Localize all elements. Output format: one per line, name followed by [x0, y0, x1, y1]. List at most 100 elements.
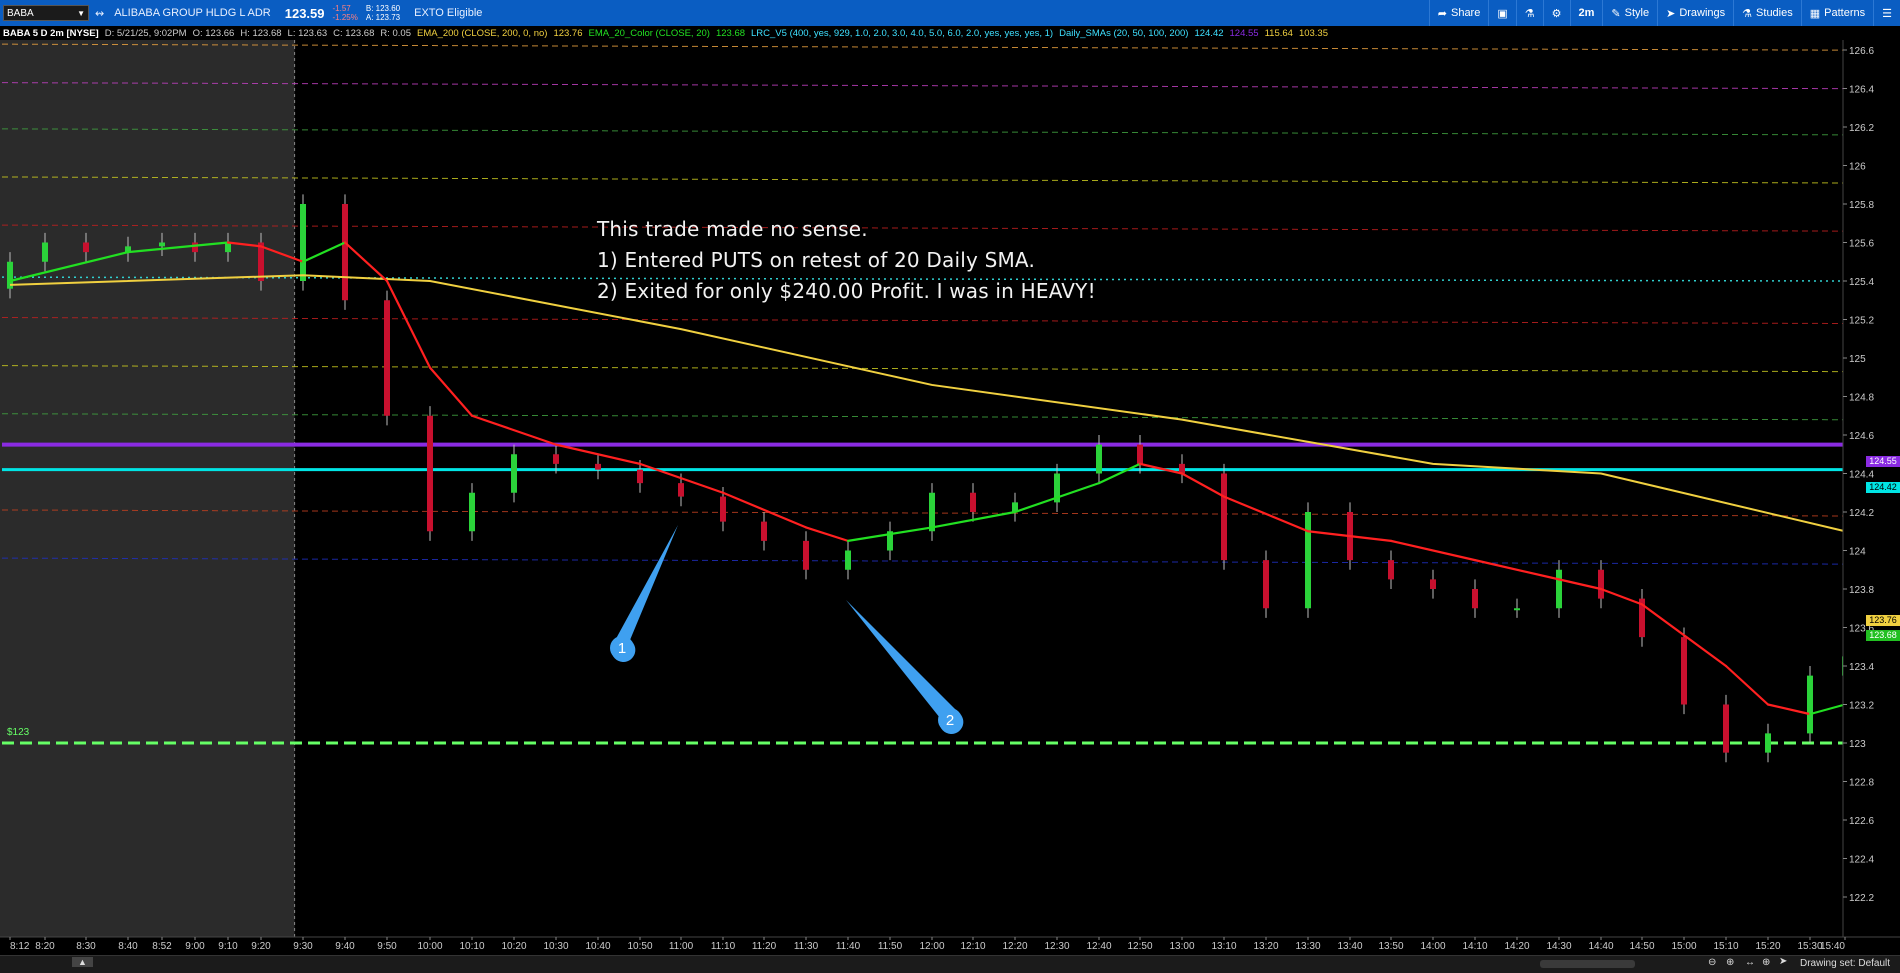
ema20-segment: [1557, 578, 1603, 591]
candle-body: [384, 300, 390, 416]
x-tick-label: 10:20: [501, 941, 526, 952]
price-chart[interactable]: $123 1 2 126.6 126.4 126.2 126 125.8 125.6 125.4 1…: [0, 0, 1900, 972]
y-tick-label: 123.4: [1849, 662, 1874, 673]
last-price: 123.59: [284, 5, 325, 21]
change-percent: -1.25%: [332, 13, 358, 22]
candle-body: [1305, 512, 1311, 609]
candle-body: [159, 242, 165, 247]
y-tick-label: 125.8: [1849, 200, 1874, 211]
x-tick-label: 10:50: [627, 941, 652, 952]
candle-body: [42, 242, 48, 262]
crosshair-icon[interactable]: ⊕: [1762, 957, 1770, 968]
x-tick-label: 15:40: [1820, 941, 1845, 952]
link-icon[interactable]: ↭: [95, 7, 104, 20]
candle-body: [469, 492, 475, 532]
x-tick-label: 9:10: [218, 941, 238, 952]
y-tick-label: 123.2: [1849, 701, 1874, 712]
callout-label: 2: [946, 712, 954, 729]
pointer-icon[interactable]: ➤: [1779, 956, 1787, 967]
x-tick-label: 12:20: [1002, 941, 1027, 952]
y-tick-label: 122.4: [1849, 855, 1874, 866]
ema20-segment: [428, 366, 474, 417]
y-tick-label: 123: [1849, 739, 1866, 750]
drawings-button[interactable]: ➤ Drawings: [1657, 0, 1733, 26]
candle: [1765, 723, 1771, 763]
candle-body: [1598, 569, 1604, 599]
share-button[interactable]: ➦ Share: [1428, 0, 1489, 26]
candle-body: [803, 540, 809, 570]
zoom-in-icon[interactable]: ⊕: [1726, 957, 1734, 968]
cursor-icon: ➤: [1666, 7, 1676, 20]
zoom-out-icon[interactable]: ⊖: [1708, 957, 1716, 968]
price-change: -1.57 -1.25%: [333, 4, 358, 22]
drawing-set-label[interactable]: Drawing set: Default: [1800, 958, 1890, 969]
candle: [1221, 463, 1227, 570]
x-tick-label: 11:50: [878, 941, 903, 952]
patterns-label: Patterns: [1824, 7, 1866, 19]
x-tick-label: 10:00: [417, 941, 442, 952]
share-label: Share: [1450, 7, 1481, 19]
candle: [1681, 627, 1687, 715]
style-icon: ✎: [1611, 7, 1621, 20]
y-tick-label: 124.8: [1849, 393, 1874, 404]
scrollbar[interactable]: [1540, 960, 1635, 968]
studies-button[interactable]: ⚗ Studies: [1733, 0, 1801, 26]
x-tick-label: 14:40: [1588, 941, 1613, 952]
candle-body: [1221, 473, 1227, 561]
x-tick-label: 10:30: [543, 941, 568, 952]
premarket-shade: [0, 40, 295, 937]
ema200-study-label[interactable]: EMA_200 (CLOSE, 200, 0, no): [417, 28, 547, 39]
camera-icon: ▣: [1497, 7, 1508, 20]
expand-icon[interactable]: ▲: [72, 957, 93, 967]
bid-value: B: 123.60: [365, 4, 401, 13]
ema20-price-tag: 123.68: [1866, 630, 1900, 641]
chart-toolbar: BABA ▼ ↭ ALIBABA GROUP HLDG L ADR 123.59…: [0, 0, 1900, 26]
ema20-study-label[interactable]: EMA_20_Color (CLOSE, 20): [589, 28, 710, 39]
trade-note[interactable]: This trade made no sense. 1) Entered PUT…: [597, 214, 1096, 307]
y-tick-label: 122.8: [1849, 778, 1874, 789]
sma-study-label[interactable]: Daily_SMAs (20, 50, 100, 200): [1059, 28, 1188, 39]
candle-body: [1472, 589, 1478, 609]
candle-body: [83, 242, 89, 253]
candle: [761, 512, 767, 551]
symbol-selector[interactable]: BABA ▼: [3, 5, 89, 21]
lrc-study-label[interactable]: LRC_V5 (400, yes, 929, 1.0, 2.0, 3.0, 4.…: [751, 28, 1053, 39]
callout-label: 1: [618, 640, 626, 657]
level-123-label: $123: [7, 727, 30, 738]
x-tick-label: 13:50: [1378, 941, 1403, 952]
menu-button[interactable]: ☰: [1873, 0, 1900, 26]
candle: [511, 444, 517, 503]
patterns-button[interactable]: ▦ Patterns: [1800, 0, 1873, 26]
candle-body: [511, 454, 517, 493]
bar-date: D: 5/21/25, 9:02PM: [104, 27, 187, 39]
settings-button[interactable]: ⚙: [1542, 0, 1570, 26]
candle: [1388, 550, 1394, 589]
candle-body: [1430, 579, 1436, 589]
x-tick-label: 14:30: [1546, 941, 1571, 952]
candle-body: [970, 492, 976, 512]
studies-label: Studies: [1756, 7, 1793, 19]
x-tick-label: 12:30: [1044, 941, 1069, 952]
ema20-segment: [301, 241, 347, 263]
y-tick-label: 126.4: [1849, 85, 1874, 96]
menu-icon: ☰: [1882, 7, 1892, 20]
ema20-segment: [470, 414, 558, 446]
y-tick-label: 124: [1849, 547, 1866, 558]
chevron-down-icon[interactable]: ▼: [77, 9, 85, 18]
bar-close: C: 123.68: [333, 27, 375, 39]
pan-icon[interactable]: ↔: [1745, 957, 1755, 968]
x-tick-label: 11:10: [711, 941, 736, 952]
ema20-segment: [1389, 539, 1477, 562]
y-tick-label: 123.8: [1849, 585, 1874, 596]
sma200-study-value: 103.35: [1298, 27, 1328, 39]
snapshot-button[interactable]: ▣: [1488, 0, 1515, 26]
flask-icon: ⚗: [1524, 7, 1535, 20]
bar-low: L: 123.63: [287, 27, 328, 39]
candle-body: [553, 454, 559, 464]
lab-button[interactable]: ⚗: [1515, 0, 1543, 26]
candle: [1514, 598, 1520, 618]
timeframe-button[interactable]: 2m: [1569, 0, 1603, 26]
style-button[interactable]: ✎ Style: [1602, 0, 1657, 26]
patterns-icon: ▦: [1809, 7, 1821, 20]
candle-body: [595, 463, 601, 470]
